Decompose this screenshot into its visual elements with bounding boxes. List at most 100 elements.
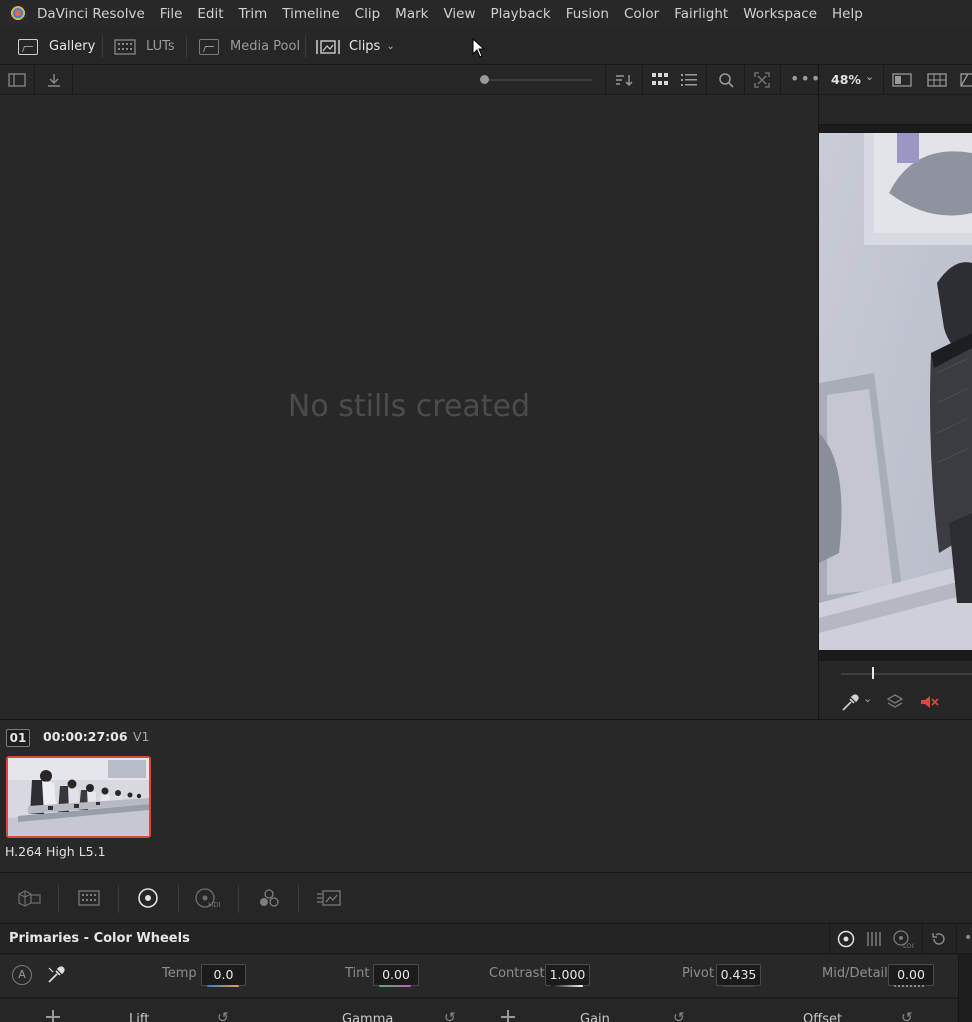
temp-gradient-bar: [207, 985, 239, 987]
split-view-icon[interactable]: [892, 73, 912, 87]
clip-track: V1: [133, 729, 150, 744]
luts-icon: [114, 38, 136, 55]
gain-label: Gain: [580, 1012, 610, 1022]
hdr-wheels-icon[interactable]: HDR: [194, 887, 220, 909]
mute-audio-icon[interactable]: [919, 693, 939, 711]
mid-detail-field[interactable]: 0.00: [888, 964, 934, 986]
gamma-reset-icon[interactable]: ↺: [444, 1010, 456, 1022]
clip-timecode: 00:00:27:06: [43, 729, 128, 744]
wipe-view-icon[interactable]: [960, 73, 972, 87]
sort-icon[interactable]: [614, 72, 634, 88]
playhead[interactable]: [872, 667, 874, 679]
grab-still-icon[interactable]: [46, 72, 62, 88]
media-pool-icon: [199, 38, 219, 55]
menu-edit[interactable]: Edit: [197, 6, 223, 22]
motion-effects-icon[interactable]: [316, 887, 342, 909]
mid-detail-bar: [894, 985, 926, 987]
menu-timeline[interactable]: Timeline: [282, 6, 339, 22]
reset-all-icon[interactable]: [931, 931, 947, 947]
menu-bar: DaVinci Resolve File Edit Trim Timeline …: [0, 0, 972, 28]
tint-field[interactable]: 0.00: [373, 964, 419, 986]
tint-label: Tint: [345, 966, 370, 981]
clips-label: Clips: [349, 39, 381, 54]
pivot-label: Pivot: [682, 966, 714, 981]
viewer-subheader: [819, 95, 972, 125]
auto-balance-button[interactable]: A: [12, 965, 32, 985]
more-options-icon[interactable]: •••: [790, 69, 821, 88]
menu-workspace[interactable]: Workspace: [743, 6, 817, 22]
pivot-field[interactable]: 0.435: [716, 964, 761, 986]
list-view-icon[interactable]: [681, 73, 697, 87]
clips-button[interactable]: Clips ⌄: [315, 28, 395, 65]
svg-text:HDR: HDR: [208, 901, 220, 909]
contrast-field[interactable]: 1.000: [545, 964, 590, 986]
menu-trim[interactable]: Trim: [239, 6, 268, 22]
panel-scroll-edge: [958, 955, 972, 1022]
clips-icon: [316, 39, 340, 54]
white-balance-picker-icon[interactable]: [46, 965, 66, 985]
primaries-wheels-icon[interactable]: [135, 887, 161, 909]
primaries-params-row: [0, 955, 958, 997]
expand-icon[interactable]: [754, 72, 770, 88]
thumbnail-size-slider-handle[interactable]: [480, 75, 489, 84]
gamma-label: Gamma: [342, 1012, 394, 1022]
media-pool-button[interactable]: Media Pool: [199, 28, 300, 65]
menu-view[interactable]: View: [443, 6, 475, 22]
eyedropper-chevron-down-icon[interactable]: ⌄: [863, 692, 872, 705]
luts-button[interactable]: LUTs: [114, 28, 175, 65]
menu-fairlight[interactable]: Fairlight: [674, 6, 728, 22]
gallery-button[interactable]: Gallery: [18, 28, 95, 65]
thumbnail-size-slider[interactable]: [484, 79, 592, 81]
mouse-cursor-icon: [472, 38, 486, 58]
menu-fusion[interactable]: Fusion: [566, 6, 609, 22]
menu-playback[interactable]: Playback: [491, 6, 551, 22]
gain-reset-icon[interactable]: ↺: [673, 1010, 685, 1022]
lift-crosshair-icon[interactable]: [46, 1010, 60, 1022]
sidebar-toggle-icon[interactable]: [8, 73, 26, 87]
davinci-resolve-logo-icon[interactable]: [9, 5, 27, 23]
highlight-layers-icon[interactable]: [886, 693, 904, 711]
gallery-header: •••: [0, 65, 821, 95]
viewer-video-frame: [819, 133, 972, 650]
clip-codec-label: H.264 High L5.1: [5, 844, 106, 859]
color-match-icon[interactable]: [76, 887, 102, 909]
menu-help[interactable]: Help: [832, 6, 863, 22]
temp-field[interactable]: 0.0: [201, 964, 246, 986]
clip-index-badge: 01: [6, 729, 30, 747]
bars-mode-icon[interactable]: [865, 931, 883, 947]
mid-detail-label: Mid/Detail: [822, 966, 888, 981]
scrubber-bar[interactable]: [841, 673, 972, 675]
wheels-mode-icon[interactable]: [837, 930, 855, 948]
lift-label: Lift: [129, 1012, 150, 1022]
multi-view-icon[interactable]: [927, 73, 947, 87]
gallery-panel: No stills created: [0, 95, 818, 719]
pivot-bar: [722, 985, 754, 987]
clip-thumbnail[interactable]: [6, 756, 151, 838]
luts-label: LUTs: [146, 39, 175, 54]
menu-file[interactable]: File: [160, 6, 183, 22]
gallery-label: Gallery: [49, 39, 96, 54]
menu-color[interactable]: Color: [624, 6, 659, 22]
menu-mark[interactable]: Mark: [395, 6, 428, 22]
temp-label: Temp: [162, 966, 197, 981]
camera-raw-icon[interactable]: [16, 887, 42, 909]
top-toolbar: Gallery LUTs Media Pool Clips ⌄: [0, 28, 972, 65]
rgb-mixer-icon[interactable]: [256, 887, 282, 909]
gain-crosshair-icon[interactable]: [501, 1010, 515, 1022]
search-icon[interactable]: [718, 72, 734, 88]
viewer-zoom-value[interactable]: 48%: [831, 72, 861, 87]
contrast-gradient-bar: [551, 985, 583, 987]
log-mode-icon[interactable]: LOG: [892, 929, 914, 949]
offset-reset-icon[interactable]: ↺: [901, 1010, 913, 1022]
gallery-icon: [18, 38, 38, 55]
eyedropper-icon[interactable]: [841, 694, 859, 712]
no-stills-message: No stills created: [287, 389, 531, 424]
menu-clip[interactable]: Clip: [355, 6, 381, 22]
palette-toolbar: HDR: [0, 872, 972, 924]
menu-app-name[interactable]: DaVinci Resolve: [37, 6, 145, 22]
options-icon[interactable]: •: [964, 930, 972, 946]
zoom-chevron-down-icon[interactable]: ⌄: [865, 70, 874, 83]
viewer-footer: ⌄: [819, 660, 972, 719]
grid-view-icon[interactable]: [652, 73, 668, 87]
lift-reset-icon[interactable]: ↺: [217, 1010, 229, 1022]
